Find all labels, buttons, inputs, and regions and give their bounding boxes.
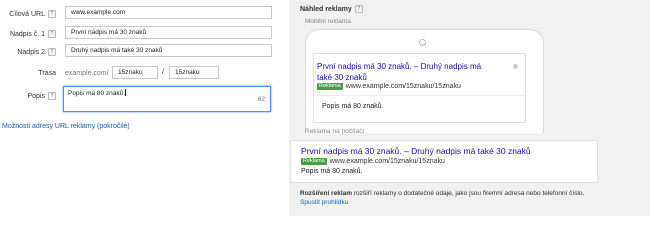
mobile-ad-description: Popis má 80 znaků. [322,103,384,110]
path-domain: example.com/ [65,70,109,77]
extensions-bold: Rozšíření reklam [300,190,353,197]
headline1-input[interactable]: První nadpis má 30 znaků [65,26,272,39]
headline2-input[interactable]: Druhý nadpis má také 30 znaků [65,44,272,57]
path-separator: / [162,69,164,76]
preview-title: Náhled reklamy? [300,5,363,13]
extensions-note: Rozšíření reklam rozšíří reklamy o dodat… [300,190,600,207]
mobile-divider [314,95,525,96]
description-textarea[interactable]: Popis má 80 znaků. 62 [63,86,271,112]
mobile-ad-card: První nadpis má 30 znaků. – Druhý nadpis… [313,53,526,123]
advanced-url-options-link[interactable]: Možnosti adresy URL reklamy (pokročilé) [2,123,130,130]
desktop-ad-description: Popis má 80 znaků. [301,168,363,175]
headline2-label: Nadpis 2? [0,48,56,56]
help-icon[interactable]: ? [48,30,56,38]
ad-badge: Reklama [317,83,343,90]
path2-input[interactable]: 15znaku [169,66,219,79]
start-tour-link[interactable]: Spustit prohlídku [300,199,348,206]
ad-badge: Reklama [301,158,327,165]
mobile-ad-headline[interactable]: První nadpis má 30 znaků. – Druhý nadpis… [317,61,481,83]
headline1-label: Nadpis č. 1? [0,30,56,38]
help-icon[interactable]: ? [48,10,56,18]
mobile-ad-label: Mobilní reklama [305,18,351,25]
phone-camera-icon [419,39,426,46]
description-label: Popis? [0,92,56,100]
mobile-ad-url-line: Reklama www.example.com/15znaku/15znaku [317,83,461,90]
help-icon[interactable]: ? [354,5,363,13]
help-icon[interactable]: ? [48,92,56,100]
desktop-ad-label: Reklama na počítači [305,128,364,135]
final-url-label: Cílová URL? [0,10,56,18]
char-counter: 62 [257,96,265,103]
desktop-ad-url-line: Reklama www.example.com/15znaku/15znaku [301,158,445,165]
help-icon[interactable]: ? [48,48,56,56]
description-text: Popis má 80 znaků. [68,90,126,97]
path-label: Trasa [38,70,56,77]
extensions-text: rozšíří reklamy o dodatečné údaje, jako … [352,190,585,197]
desktop-ad-headline[interactable]: První nadpis má 30 znaků. – Druhý nadpis… [301,146,531,156]
final-url-input[interactable]: www.example.com [65,6,272,19]
ad-menu-dot-icon[interactable] [513,64,518,69]
path1-input[interactable]: 15znaku [112,66,158,79]
text-cursor [125,89,127,96]
desktop-ad-card: První nadpis má 30 znaků. – Druhý nadpis… [290,140,598,183]
